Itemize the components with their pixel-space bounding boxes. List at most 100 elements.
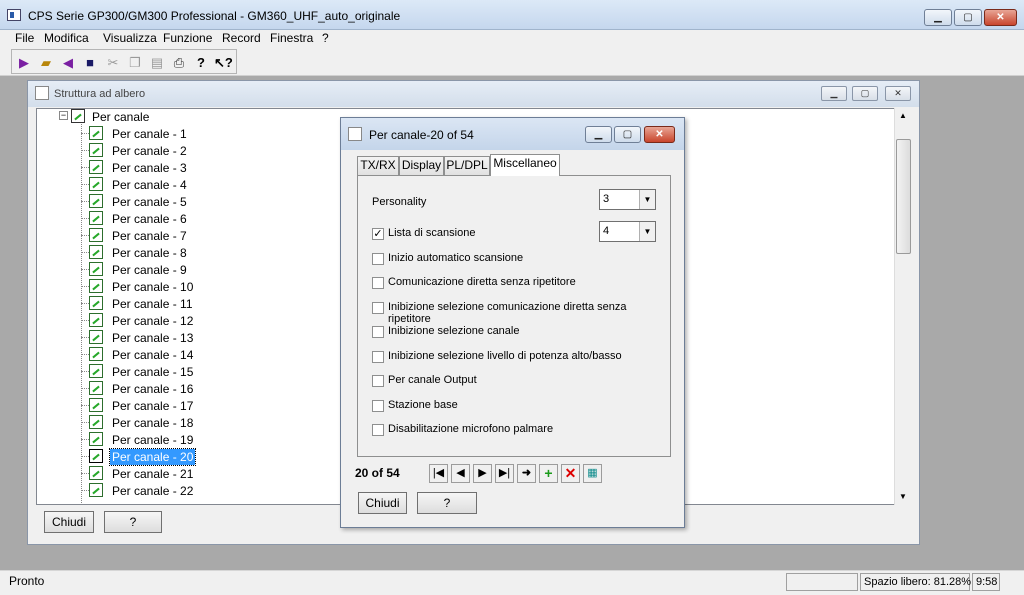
- channel-icon: [89, 279, 103, 293]
- tree-item-label: Per canale - 8: [112, 246, 187, 260]
- channel-icon: [89, 449, 103, 463]
- tab-display[interactable]: Display: [399, 156, 444, 175]
- channel-icon: [89, 126, 103, 140]
- option-checkbox[interactable]: ✓: [372, 228, 384, 240]
- scroll-up-icon[interactable]: ▲: [899, 111, 907, 120]
- tree-item-label: Per canale - 11: [112, 297, 193, 311]
- tree-connector: [81, 201, 89, 202]
- tree-help-button[interactable]: ?: [104, 511, 162, 533]
- dialog-minimize-button[interactable]: ▁: [585, 126, 612, 143]
- close-button[interactable]: ✕: [984, 9, 1017, 26]
- status-panel-empty: [786, 573, 858, 591]
- help-icon[interactable]: ?: [192, 54, 210, 72]
- menu-record[interactable]: Record: [222, 31, 261, 45]
- write-radio-icon[interactable]: ◀: [59, 54, 77, 72]
- tree-connector: [81, 337, 89, 338]
- channel-icon: [89, 194, 103, 208]
- tree-connector: [81, 354, 89, 355]
- window-icon: [35, 86, 49, 100]
- tab-txrx[interactable]: TX/RX: [357, 156, 399, 175]
- copy-icon[interactable]: ❐: [126, 54, 144, 72]
- option-checkbox[interactable]: [372, 326, 384, 338]
- prev-record-icon[interactable]: ◀: [451, 464, 470, 483]
- tree-item-label: Per canale - 20: [108, 448, 197, 466]
- tree-connector: [81, 150, 89, 151]
- dialog-help-button[interactable]: ?: [417, 492, 477, 514]
- menu-modifica[interactable]: Modifica: [44, 31, 89, 45]
- tree-connector: [81, 303, 89, 304]
- tree-scrollbar[interactable]: ▲ ▼: [894, 108, 911, 505]
- free-space-indicator: Spazio libero: 81.28%: [860, 573, 971, 591]
- tree-minimize-button[interactable]: ▁: [821, 86, 847, 101]
- read-radio-icon[interactable]: ▶: [15, 54, 33, 72]
- tree-item-label: Per canale - 13: [112, 331, 194, 345]
- status-text: Pronto: [9, 574, 45, 588]
- tree-item-label: Per canale - 5: [112, 195, 187, 209]
- dialog-chiudi-button[interactable]: Chiudi: [358, 492, 407, 514]
- tree-item-label: Per canale - 22: [112, 484, 194, 498]
- collapse-icon[interactable]: −: [59, 111, 68, 120]
- app-icon: [7, 9, 21, 21]
- goto-icon[interactable]: ➜: [517, 464, 536, 483]
- channel-icon: [89, 262, 103, 276]
- first-record-icon[interactable]: |◀: [429, 464, 448, 483]
- option-checkbox[interactable]: [372, 400, 384, 412]
- scroll-thumb[interactable]: [896, 139, 911, 254]
- dialog-maximize-button[interactable]: ▢: [614, 126, 641, 143]
- last-record-icon[interactable]: ▶|: [495, 464, 514, 483]
- tree-item-label: Per canale - 6: [112, 212, 187, 226]
- tree-connector: [81, 184, 89, 185]
- option-checkbox[interactable]: [372, 351, 384, 363]
- paste-icon[interactable]: ▤: [148, 54, 166, 72]
- tab-miscellaneo[interactable]: Miscellaneo: [490, 154, 560, 176]
- dialog-title: Per canale-20 of 54: [369, 128, 474, 142]
- add-record-icon[interactable]: +: [539, 464, 558, 483]
- menu-file[interactable]: File: [15, 31, 34, 45]
- personality-select[interactable]: 3 ▼: [599, 189, 656, 210]
- open-icon[interactable]: ▰: [37, 54, 55, 72]
- cut-icon[interactable]: ✂: [104, 54, 122, 72]
- option-label: Inibizione selezione comunicazione diret…: [388, 301, 627, 325]
- tree-window-title: Struttura ad albero: [54, 88, 146, 100]
- tree-connector: [81, 252, 89, 253]
- tree-item-label: Per canale - 18: [112, 416, 194, 430]
- tree-close-dialog-button[interactable]: Chiudi: [44, 511, 94, 533]
- option-checkbox[interactable]: [372, 424, 384, 436]
- next-record-icon[interactable]: ▶: [473, 464, 492, 483]
- option-checkbox[interactable]: [372, 375, 384, 387]
- dialog-close-button[interactable]: ✕: [644, 126, 675, 143]
- channel-icon: [89, 143, 103, 157]
- scroll-down-icon[interactable]: ▼: [899, 492, 907, 501]
- menu-finestra[interactable]: Finestra: [270, 31, 313, 45]
- tree-connector: [81, 405, 89, 406]
- option-label: Per canale Output: [388, 374, 477, 386]
- minimize-button[interactable]: ▁: [924, 9, 952, 26]
- chevron-down-icon[interactable]: ▼: [639, 190, 655, 209]
- maximize-button[interactable]: ▢: [954, 9, 982, 26]
- option-checkbox[interactable]: [372, 253, 384, 265]
- menu-help[interactable]: ?: [322, 31, 329, 45]
- tree-item-label: Per canale - 10: [112, 280, 194, 294]
- context-help-icon[interactable]: ↖?: [214, 54, 233, 72]
- menu-visualizza[interactable]: Visualizza: [103, 31, 157, 45]
- channel-icon: [89, 483, 103, 497]
- folder-icon: [71, 109, 85, 123]
- tree-close-button[interactable]: ✕: [885, 86, 911, 101]
- delete-record-icon[interactable]: ✕: [561, 464, 580, 483]
- tree-item-label: Per canale - 12: [112, 314, 194, 328]
- menu-funzione[interactable]: Funzione: [163, 31, 212, 45]
- tree-maximize-button[interactable]: ▢: [852, 86, 878, 101]
- tree-connector: [81, 439, 89, 440]
- tree-item-label: Per canale - 7: [112, 229, 187, 243]
- chevron-down-icon[interactable]: ▼: [639, 222, 655, 241]
- print-icon[interactable]: ⎙: [170, 54, 188, 72]
- tab-pldpl[interactable]: PL/DPL: [444, 156, 490, 175]
- option-checkbox[interactable]: [372, 277, 384, 289]
- save-icon[interactable]: ■: [81, 54, 99, 72]
- option-checkbox[interactable]: [372, 302, 384, 314]
- tree-window-title-bar: Struttura ad albero ▁ ▢ ✕: [28, 81, 919, 107]
- scan-list-select[interactable]: 4 ▼: [599, 221, 656, 242]
- tree-item-label: Per canale - 15: [112, 365, 194, 379]
- channel-icon: [89, 160, 103, 174]
- grid-view-icon[interactable]: ▦: [583, 464, 602, 483]
